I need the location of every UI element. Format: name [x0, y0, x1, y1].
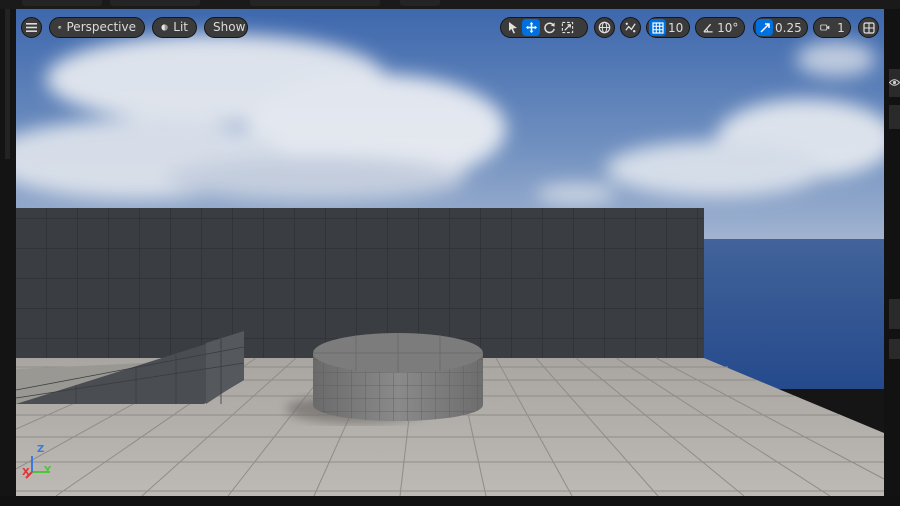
- viewport-menu-button[interactable]: [21, 17, 42, 38]
- angle-icon: [703, 23, 713, 32]
- camera-speed-value[interactable]: 1: [832, 19, 850, 36]
- left-panel-edge: [0, 9, 16, 506]
- grid-snap-value[interactable]: 10: [666, 19, 685, 36]
- surface-snap-button[interactable]: [620, 17, 641, 38]
- show-flags-button[interactable]: Show: [204, 17, 248, 38]
- hamburger-icon: [26, 23, 37, 32]
- scale-tool-button[interactable]: [558, 19, 576, 36]
- lighting-mode-button[interactable]: Lit: [152, 17, 197, 38]
- scale-icon: [561, 21, 573, 34]
- move-tool-button[interactable]: [522, 19, 540, 36]
- left-resize-handle[interactable]: [5, 9, 10, 159]
- top-tab-segment: [110, 0, 200, 6]
- top-panel-strip: [0, 0, 900, 9]
- viewport-layout-icon: [862, 21, 875, 34]
- right-panel-tab[interactable]: [889, 105, 900, 129]
- world-space-button[interactable]: [594, 17, 615, 38]
- axis-y-label: Y: [44, 465, 52, 476]
- scale-snap-toggle[interactable]: [756, 19, 773, 36]
- select-tool-button[interactable]: [504, 19, 522, 36]
- view-mode-label: Perspective: [66, 20, 137, 34]
- right-panel-tab[interactable]: [889, 299, 900, 329]
- snap-icon: [625, 22, 636, 33]
- view-mode-button[interactable]: Perspective: [49, 17, 145, 38]
- level-viewport[interactable]: Z Y X: [16, 9, 884, 496]
- scale-snap-group[interactable]: 0.25: [753, 17, 808, 38]
- rotation-snap-toggle[interactable]: [700, 19, 716, 36]
- camera-speed-group[interactable]: 1: [813, 17, 851, 38]
- grid-icon: [651, 21, 664, 34]
- axis-z-label: Z: [37, 444, 45, 455]
- cylinder-platform[interactable]: [313, 333, 483, 421]
- right-panel-tab[interactable]: [889, 339, 900, 359]
- eye-icon[interactable]: [889, 78, 900, 87]
- camera-icon: [820, 24, 830, 31]
- globe-icon: [598, 21, 611, 34]
- show-flags-label: Show: [213, 20, 246, 34]
- viewport-scene[interactable]: [16, 9, 884, 496]
- rotate-tool-button[interactable]: [540, 19, 558, 36]
- bottom-panel-edge: [0, 496, 900, 506]
- top-tab-segment: [250, 0, 380, 6]
- grid-snap-toggle[interactable]: [649, 19, 666, 36]
- rotation-snap-group[interactable]: 10°: [695, 17, 745, 38]
- viewport-layout-button[interactable]: [858, 17, 879, 38]
- top-tab-segment: [22, 0, 102, 6]
- scale-snap-value[interactable]: 0.25: [773, 19, 804, 36]
- cursor-icon: [509, 22, 517, 34]
- top-tab-segment: [400, 0, 440, 6]
- lighting-mode-label: Lit: [173, 20, 188, 34]
- axis-gizmo: Z Y X: [22, 444, 62, 484]
- camera-speed-button[interactable]: [818, 19, 832, 36]
- sphere-icon: [161, 24, 168, 31]
- cube-icon: [58, 26, 62, 29]
- rotation-snap-value[interactable]: 10°: [716, 19, 740, 36]
- grid-snap-group[interactable]: 10: [646, 17, 690, 38]
- scale-snap-icon: [759, 22, 770, 33]
- axis-x-label: X: [22, 467, 30, 478]
- rotate-icon: [543, 22, 555, 34]
- transform-tools-group: [500, 17, 588, 38]
- move-arrows-icon: [525, 21, 537, 34]
